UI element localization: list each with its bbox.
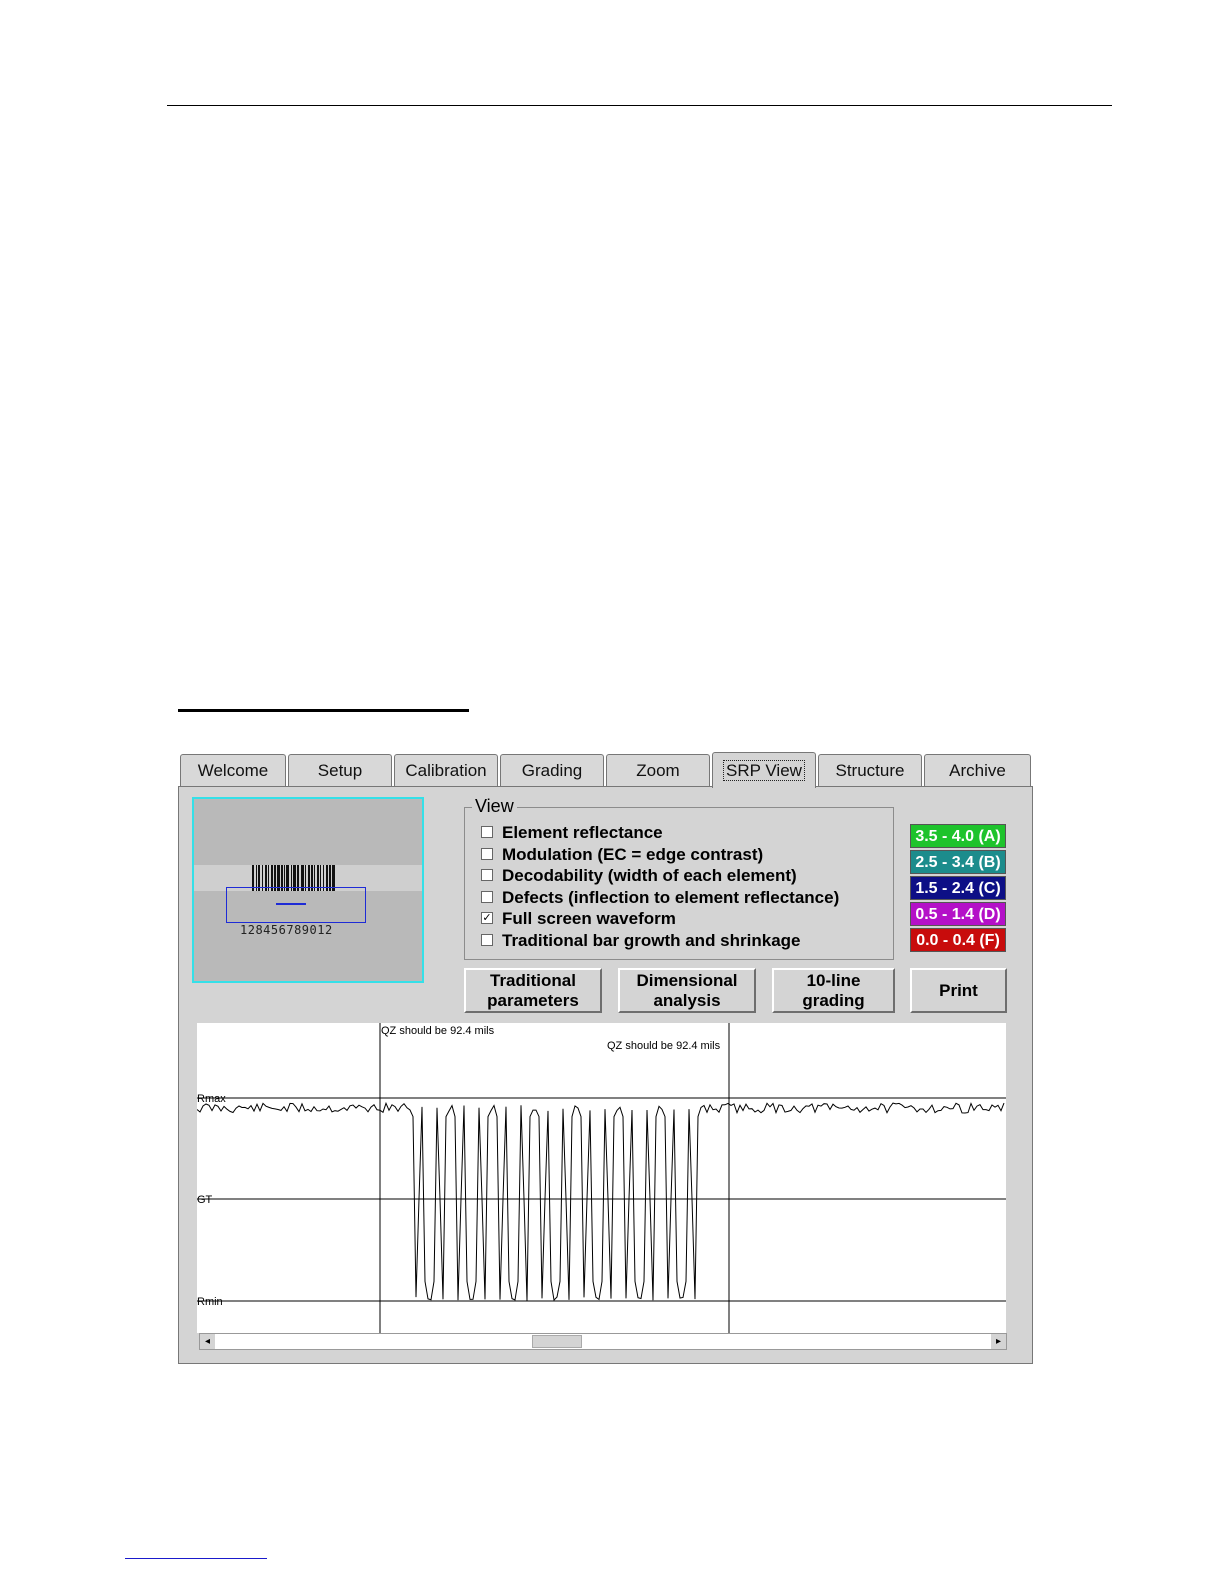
button-label-line: parameters bbox=[487, 990, 579, 1010]
scan-line bbox=[276, 903, 306, 905]
button-label-line: analysis bbox=[653, 990, 721, 1010]
print-button[interactable]: Print bbox=[910, 968, 1007, 1013]
page-header-rule bbox=[167, 105, 1112, 106]
tab-srp-view[interactable]: SRP View bbox=[712, 752, 816, 788]
button-label-line: Dimensional bbox=[636, 970, 738, 990]
scan-region-box[interactable] bbox=[226, 887, 366, 923]
tab-setup[interactable]: Setup bbox=[288, 754, 392, 786]
tab-structure[interactable]: Structure bbox=[818, 754, 922, 786]
option-label: Defects (inflection to element reflectan… bbox=[502, 888, 840, 907]
gt-label: GT bbox=[197, 1194, 213, 1206]
grade-legend-b: 2.5 - 3.4 (B) bbox=[910, 850, 1006, 874]
grade-legend-f: 0.0 - 0.4 (F) bbox=[910, 928, 1006, 952]
button-label: Print bbox=[939, 980, 978, 1000]
tab-archive[interactable]: Archive bbox=[924, 754, 1031, 786]
srp-view-window: Welcome Setup Calibration Grading Zoom S… bbox=[178, 752, 1033, 1364]
grade-legend-c: 1.5 - 2.4 (C) bbox=[910, 876, 1006, 900]
button-label: Dimensional analysis bbox=[636, 971, 737, 1011]
checkbox-decodability[interactable] bbox=[481, 869, 493, 881]
checkbox-modulation[interactable] bbox=[481, 848, 493, 860]
button-label: 10-line grading bbox=[802, 971, 864, 1011]
tab-welcome[interactable]: Welcome bbox=[180, 754, 286, 786]
ten-line-grading-button[interactable]: 10-line grading bbox=[772, 968, 895, 1013]
scroll-left-arrow-icon[interactable]: ◂ bbox=[200, 1334, 215, 1349]
tab-calibration[interactable]: Calibration bbox=[394, 754, 498, 786]
tab-grading[interactable]: Grading bbox=[500, 754, 604, 786]
option-label: Full screen waveform bbox=[502, 909, 676, 928]
checkbox-full-screen-waveform[interactable]: ✓ bbox=[481, 912, 493, 924]
barcode-digits: 128456789012 bbox=[240, 923, 333, 937]
barcode-thumbnail[interactable]: 128456789012 bbox=[192, 797, 424, 983]
footer-rule bbox=[125, 1558, 267, 1559]
option-label: Decodability (width of each element) bbox=[502, 866, 797, 885]
option-label: Element reflectance bbox=[502, 823, 663, 842]
rmax-label: Rmax bbox=[197, 1093, 226, 1105]
button-label-line: grading bbox=[802, 990, 865, 1010]
tab-panel: 128456789012 View Element reflectance Mo… bbox=[178, 786, 1033, 1364]
button-label: Traditional parameters bbox=[487, 971, 579, 1011]
qz-right-label: QZ should be 92.4 mils bbox=[607, 1040, 721, 1052]
scroll-thumb[interactable] bbox=[532, 1335, 582, 1348]
horizontal-scrollbar[interactable]: ◂ ▸ bbox=[199, 1333, 1007, 1350]
grade-legend-d: 0.5 - 1.4 (D) bbox=[910, 902, 1006, 926]
dimensional-analysis-button[interactable]: Dimensional analysis bbox=[618, 968, 756, 1013]
qz-left-label: QZ should be 92.4 mils bbox=[381, 1025, 495, 1037]
checkbox-element-reflectance[interactable] bbox=[481, 826, 493, 838]
checkbox-defects[interactable] bbox=[481, 891, 493, 903]
option-label: Traditional bar growth and shrinkage bbox=[502, 931, 801, 950]
tab-srp-view-label: SRP View bbox=[723, 760, 805, 781]
button-label-line: 10-line bbox=[806, 970, 861, 990]
tab-zoom[interactable]: Zoom bbox=[606, 754, 710, 786]
section-heading-rule bbox=[178, 709, 469, 712]
view-groupbox-title: View bbox=[472, 796, 517, 817]
button-label-line: Traditional bbox=[490, 970, 576, 990]
scroll-right-arrow-icon[interactable]: ▸ bbox=[991, 1334, 1006, 1349]
traditional-parameters-button[interactable]: Traditional parameters bbox=[464, 968, 602, 1013]
grade-legend-a: 3.5 - 4.0 (A) bbox=[910, 824, 1006, 848]
rmin-label: Rmin bbox=[197, 1296, 223, 1308]
tab-bar: Welcome Setup Calibration Grading Zoom S… bbox=[178, 752, 1033, 788]
checkbox-bar-growth[interactable] bbox=[481, 934, 493, 946]
waveform-plot: QZ should be 92.4 mils QZ should be 92.4… bbox=[197, 1023, 1006, 1333]
option-label: Modulation (EC = edge contrast) bbox=[502, 845, 764, 864]
